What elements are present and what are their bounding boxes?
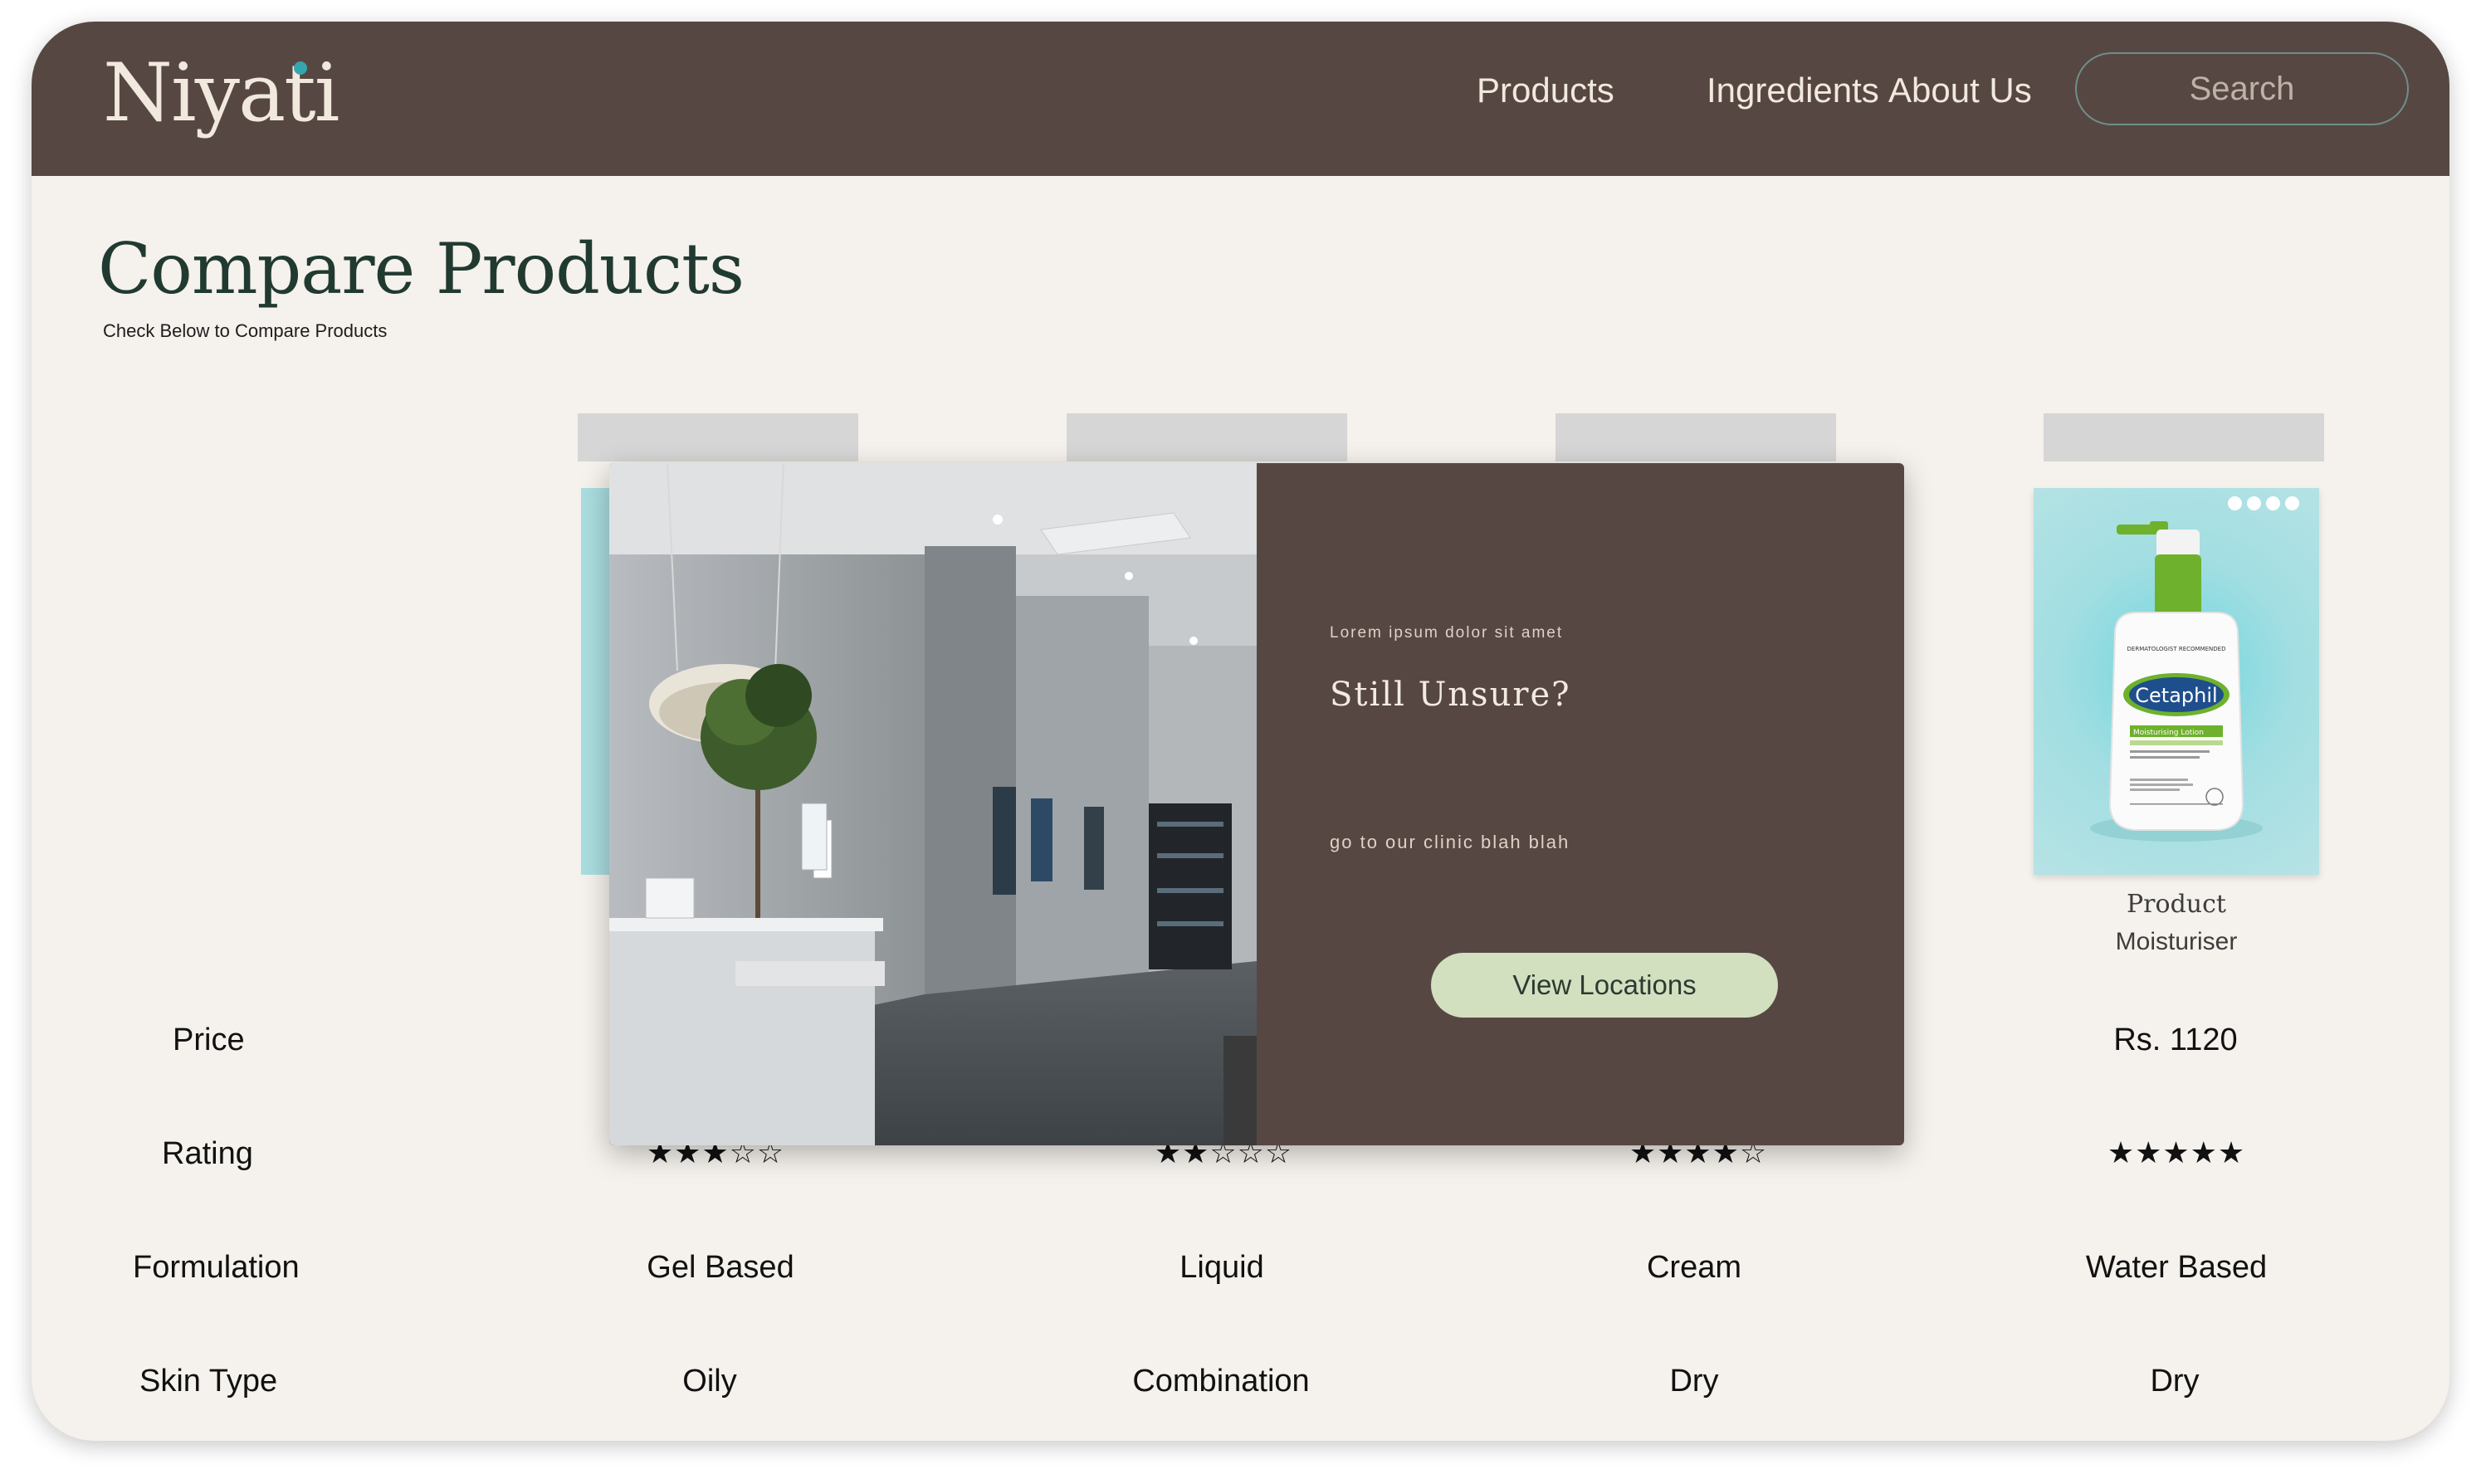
price-cell-4: Rs. 1120 (2113, 1023, 2238, 1057)
nav-link-products[interactable]: Products (1477, 70, 1614, 111)
formulation-cell-1: Gel Based (647, 1250, 794, 1285)
moisturiser-bottle-icon: Cetaphil DERMATOLOGIST RECOMMENDED Moist… (2090, 521, 2263, 842)
product-card-4[interactable]: Cetaphil DERMATOLOGIST RECOMMENDED Moist… (2034, 488, 2319, 875)
row-label-price: Price (173, 1023, 245, 1057)
clinic-modal: Lorem ipsum dolor sit amet Still Unsure?… (609, 463, 1904, 1145)
skin-type-cell-1: Oily (682, 1364, 737, 1399)
page-title: Compare Products (98, 228, 745, 310)
row-label-rating: Rating (162, 1136, 253, 1171)
skin-type-cell-2: Combination (1132, 1364, 1310, 1399)
view-locations-button[interactable]: View Locations (1431, 953, 1778, 1018)
rating-stars-4: ★★★★★ (2107, 1136, 2246, 1170)
search-input[interactable] (2075, 52, 2409, 125)
row-label-skin-type: Skin Type (139, 1364, 278, 1399)
top-navbar: Niyati Products Ingredients About Us (32, 22, 2449, 176)
column-header-2 (1067, 413, 1347, 461)
bottle-subtitle-text: Moisturising Lotion (2133, 729, 2204, 737)
page-subtitle: Check Below to Compare Products (103, 320, 388, 341)
clinic-interior-photo (609, 463, 1257, 1145)
column-header-1 (578, 413, 858, 461)
more-options-icon[interactable] (2228, 496, 2299, 510)
logo-accent-dot (294, 61, 307, 75)
nav-link-about-us[interactable]: About Us (1888, 70, 2032, 111)
column-header-3 (1556, 413, 1836, 461)
skin-type-cell-3: Dry (1669, 1364, 1719, 1399)
modal-body-text: go to our clinic blah blah (1330, 832, 1570, 852)
modal-kicker: Lorem ipsum dolor sit amet (1330, 624, 1564, 642)
bottle-brand-text: Cetaphil (2135, 684, 2217, 707)
column-header-4 (2044, 413, 2324, 461)
modal-title: Still Unsure? (1330, 676, 1571, 714)
formulation-cell-2: Liquid (1179, 1250, 1264, 1285)
product-type: Moisturiser (2115, 928, 2238, 955)
skin-type-cell-4: Dry (2150, 1364, 2200, 1399)
row-label-formulation: Formulation (133, 1250, 300, 1285)
bottle-heading-text: DERMATOLOGIST RECOMMENDED (2127, 646, 2226, 652)
nav-link-ingredients[interactable]: Ingredients (1707, 70, 1879, 111)
product-name[interactable]: Product (2034, 890, 2319, 919)
formulation-cell-3: Cream (1646, 1250, 1742, 1285)
app-window: Niyati Products Ingredients About Us Com… (32, 22, 2449, 1441)
formulation-cell-4: Water Based (2085, 1250, 2268, 1285)
